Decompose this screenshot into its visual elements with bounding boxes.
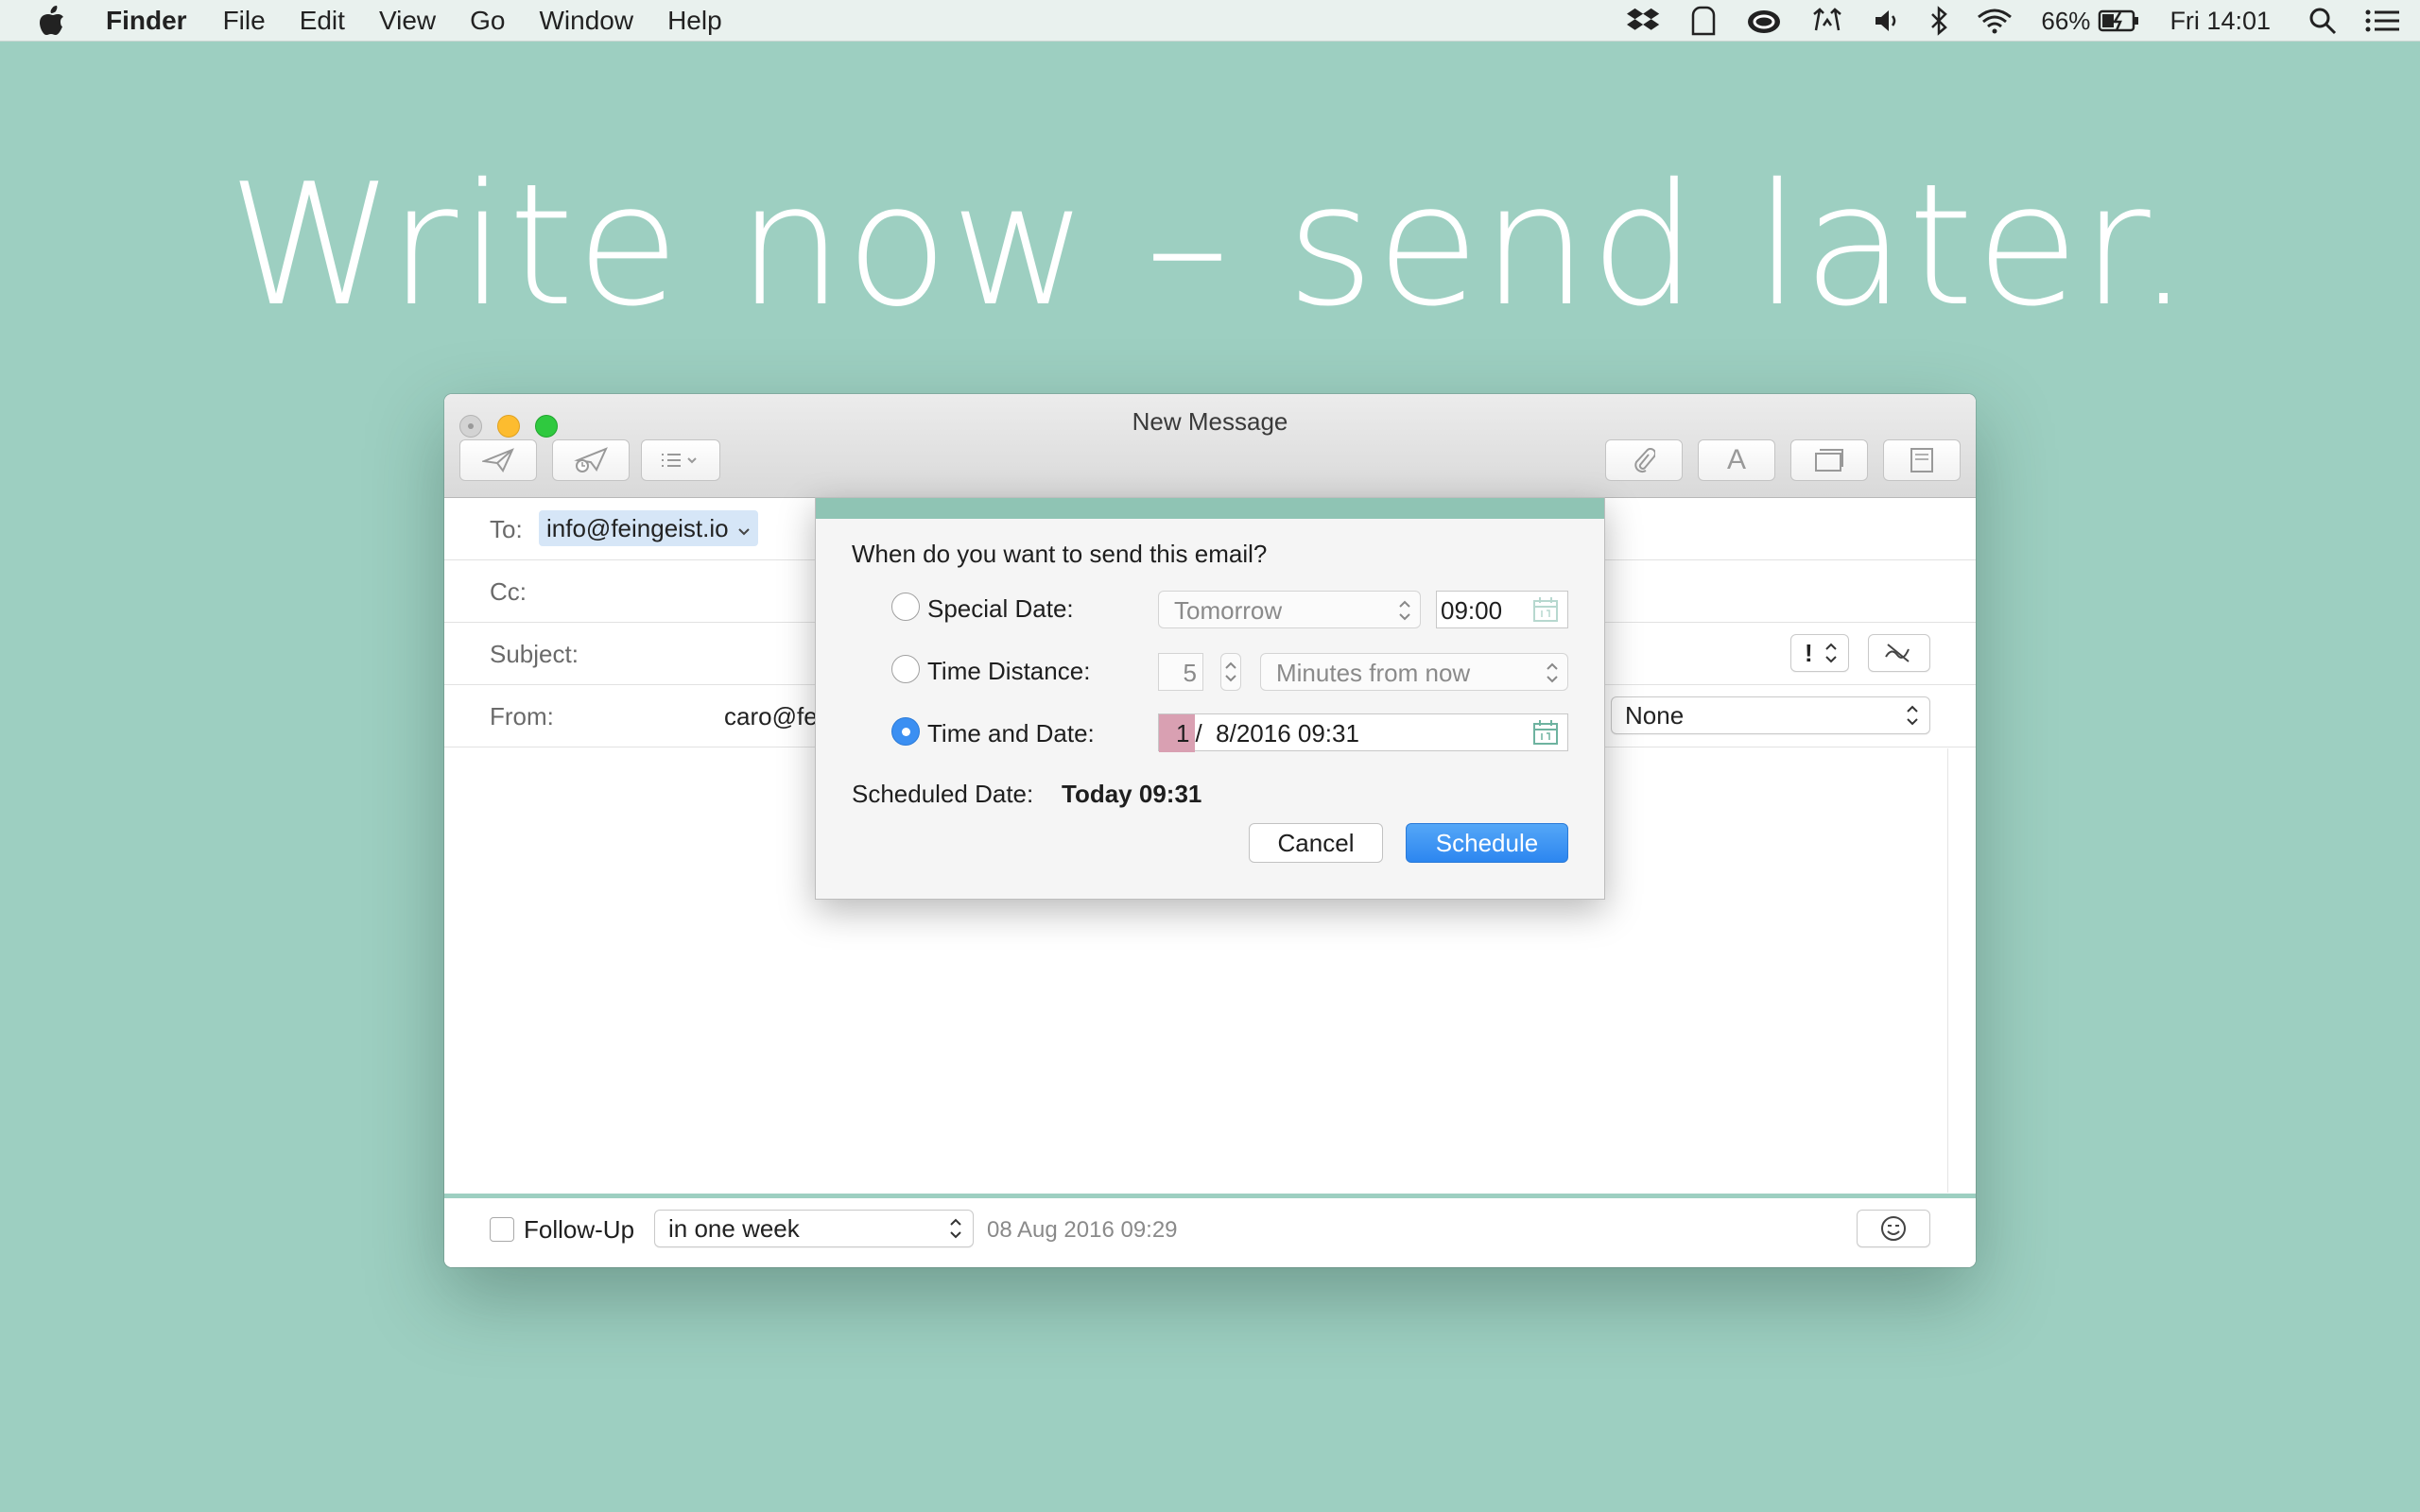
calendar-icon bbox=[1533, 597, 1558, 622]
browser-button[interactable] bbox=[1790, 439, 1868, 481]
window-titlebar: New Message A bbox=[444, 394, 1976, 498]
emoji-button[interactable] bbox=[1857, 1210, 1930, 1247]
scheduled-date-value: Today 09:31 bbox=[1062, 780, 1202, 808]
menu-bar: Finder File Edit View Go Window Help 66% bbox=[0, 0, 2420, 42]
menu-help[interactable]: Help bbox=[667, 6, 722, 36]
volume-icon[interactable] bbox=[1873, 8, 1901, 34]
schedule-dialog: When do you want to send this email? Spe… bbox=[815, 497, 1605, 900]
dialog-question: When do you want to send this email? bbox=[852, 540, 1268, 568]
distance-number-value: 5 bbox=[1183, 659, 1197, 687]
template-button[interactable] bbox=[1883, 439, 1961, 481]
up-down-arrows-icon bbox=[950, 1218, 961, 1239]
clock[interactable]: Fri 14:01 bbox=[2169, 7, 2271, 36]
send-button[interactable] bbox=[459, 439, 537, 481]
distance-stepper[interactable] bbox=[1220, 653, 1241, 691]
chevron-down-icon bbox=[738, 528, 750, 536]
recipient-address: info@feingeist.io bbox=[546, 514, 729, 542]
cancel-button[interactable]: Cancel bbox=[1249, 823, 1383, 863]
battery-percent: 66% bbox=[2041, 6, 2091, 35]
special-date-label: Special Date: bbox=[927, 594, 1074, 623]
font-a-icon: A bbox=[1726, 444, 1746, 475]
menu-window[interactable]: Window bbox=[539, 6, 633, 36]
recipient-token[interactable]: info@feingeist.io bbox=[539, 510, 758, 546]
up-down-arrows-icon bbox=[1825, 643, 1837, 663]
date-time-input[interactable]: 1/ 8/2016 09:31 bbox=[1158, 713, 1568, 752]
smiley-icon bbox=[1881, 1216, 1906, 1241]
creative-cloud-icon[interactable] bbox=[1746, 7, 1782, 35]
followup-footer: Follow-Up in one week 08 Aug 2016 09:29 bbox=[444, 1194, 1976, 1267]
arrows-icon[interactable] bbox=[1810, 7, 1844, 35]
spotlight-search-icon[interactable] bbox=[2308, 7, 2337, 35]
followup-checkbox[interactable] bbox=[490, 1217, 514, 1242]
body-divider bbox=[1947, 748, 1948, 1193]
menu-finder[interactable]: Finder bbox=[106, 6, 187, 36]
template-icon bbox=[1910, 448, 1933, 472]
fonts-button[interactable]: A bbox=[1698, 439, 1775, 481]
window-icon bbox=[1815, 449, 1843, 472]
menu-file[interactable]: File bbox=[223, 6, 266, 36]
date-rest: / 8/2016 09:31 bbox=[1195, 719, 1359, 747]
menu-go[interactable]: Go bbox=[470, 6, 505, 36]
up-down-arrows-icon bbox=[1907, 705, 1918, 726]
schedule-button[interactable]: Schedule bbox=[1406, 823, 1568, 863]
hero-headline: Write now – send later. bbox=[228, 147, 2192, 343]
up-down-arrows-icon bbox=[1547, 662, 1558, 683]
time-distance-radio[interactable] bbox=[891, 655, 920, 683]
priority-value: ! bbox=[1805, 639, 1813, 667]
from-value[interactable]: caro@fe bbox=[724, 702, 818, 731]
special-date-select[interactable]: Tomorrow bbox=[1158, 591, 1421, 628]
bluetooth-icon[interactable] bbox=[1929, 6, 1948, 36]
menu-edit[interactable]: Edit bbox=[300, 6, 345, 36]
calendar-icon[interactable] bbox=[1531, 718, 1560, 747]
followup-label: Follow-Up bbox=[524, 1215, 635, 1244]
priority-select[interactable]: ! bbox=[1790, 634, 1849, 672]
list-icon bbox=[662, 454, 697, 467]
special-date-value: Tomorrow bbox=[1174, 596, 1283, 625]
signature-toggle[interactable] bbox=[1868, 634, 1930, 672]
scheduled-date-label: Scheduled Date: bbox=[852, 780, 1034, 808]
special-time-input[interactable]: 09:00 bbox=[1436, 591, 1568, 628]
paperclip-icon bbox=[1634, 448, 1655, 473]
menu-view[interactable]: View bbox=[379, 6, 436, 36]
wifi-icon[interactable] bbox=[1977, 8, 2013, 34]
followup-value: in one week bbox=[668, 1214, 800, 1243]
time-distance-label: Time Distance: bbox=[927, 657, 1091, 685]
window-title: New Message bbox=[1132, 407, 1288, 436]
subject-label: Subject: bbox=[490, 640, 579, 668]
followup-timestamp: 08 Aug 2016 09:29 bbox=[987, 1217, 1178, 1243]
dropbox-icon[interactable] bbox=[1627, 7, 1661, 35]
distance-number-input[interactable]: 5 bbox=[1158, 653, 1203, 691]
signature-value: None bbox=[1625, 701, 1685, 730]
up-down-arrows-icon bbox=[1399, 600, 1410, 621]
cc-label: Cc: bbox=[490, 577, 527, 606]
stepper-arrows-icon bbox=[1225, 662, 1236, 682]
signature-select[interactable]: None bbox=[1611, 696, 1930, 734]
distance-unit-value: Minutes from now bbox=[1276, 659, 1471, 687]
special-date-radio[interactable] bbox=[891, 593, 920, 621]
date-day-segment[interactable]: 1 bbox=[1159, 714, 1196, 752]
apple-icon[interactable] bbox=[36, 4, 68, 38]
time-and-date-radio[interactable] bbox=[891, 717, 920, 746]
send-later-icon bbox=[574, 447, 608, 472]
notification-center-icon[interactable] bbox=[2365, 8, 2401, 34]
format-list-button[interactable] bbox=[641, 439, 720, 481]
document-icon[interactable] bbox=[1689, 6, 1718, 36]
battery-icon[interactable] bbox=[2098, 8, 2141, 34]
followup-select[interactable]: in one week bbox=[654, 1210, 974, 1247]
dialog-accent-bar bbox=[816, 498, 1604, 519]
send-later-button[interactable] bbox=[552, 439, 630, 481]
from-label: From: bbox=[490, 702, 554, 730]
distance-unit-select[interactable]: Minutes from now bbox=[1260, 653, 1568, 691]
time-and-date-label: Time and Date: bbox=[927, 719, 1095, 747]
paper-plane-icon bbox=[482, 448, 514, 472]
attach-button[interactable] bbox=[1605, 439, 1683, 481]
pen-off-icon bbox=[1885, 644, 1910, 662]
special-time-value: 09:00 bbox=[1441, 596, 1503, 625]
to-label: To: bbox=[490, 515, 523, 543]
